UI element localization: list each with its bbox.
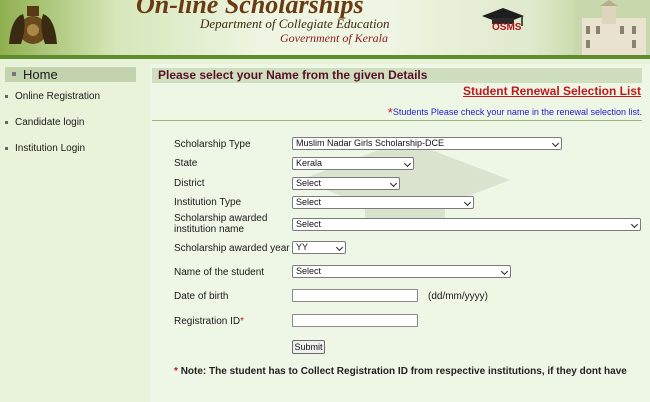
note-mark: * [174, 366, 178, 377]
district-value: Select [296, 178, 322, 188]
chevron-down-icon [500, 267, 509, 276]
submit-button[interactable]: Submit [292, 340, 325, 354]
sidebar: Home Online Registration Candidate login… [0, 64, 140, 402]
sidebar-item-label: Candidate login [15, 117, 85, 128]
district-select[interactable]: Select [292, 177, 400, 190]
bullet-icon [12, 72, 16, 76]
bullet-icon [5, 121, 8, 124]
chevron-down-icon [630, 220, 639, 229]
registration-id-input[interactable] [292, 314, 418, 327]
scholarship-type-value: Muslim Nadar Girls Scholarship-DCE [296, 138, 445, 148]
sidebar-item-institution-login[interactable]: Institution Login [5, 142, 85, 155]
award-year-label: Scholarship awarded year [174, 243, 290, 254]
chevron-down-icon [335, 243, 344, 252]
section-divider [152, 120, 642, 121]
institution-type-select[interactable]: Select [292, 196, 474, 209]
bullet-icon [5, 147, 8, 150]
institution-type-value: Select [296, 197, 322, 207]
institution-name-label: Scholarship awarded institution name [174, 213, 267, 235]
renewal-selection-list-link[interactable]: Student Renewal Selection List [463, 84, 641, 98]
institution-type-label: Institution Type [174, 197, 242, 208]
registration-id-label-text: Registration ID [174, 316, 241, 327]
student-name-value: Select [296, 266, 322, 276]
registration-note: * Note: The student has to Collect Regis… [174, 366, 627, 377]
required-mark: * [240, 316, 245, 327]
kerala-emblem-logo [9, 6, 57, 44]
sidebar-home-label: Home [23, 67, 58, 82]
dob-label: Date of birth [174, 291, 229, 302]
chevron-down-icon [403, 159, 412, 168]
sidebar-item-label: Institution Login [15, 143, 86, 154]
header-divider [0, 55, 650, 59]
scholarship-type-label: Scholarship Type [174, 139, 251, 150]
institution-name-value: Select [296, 219, 322, 229]
required-mark: * [387, 105, 393, 120]
registration-id-label: Registration ID* [174, 316, 244, 327]
student-name-label: Name of the student [174, 267, 265, 278]
sidebar-item-online-registration[interactable]: Online Registration [5, 90, 100, 103]
chevron-down-icon [389, 179, 398, 188]
sidebar-item-candidate-login[interactable]: Candidate login [5, 116, 85, 129]
institution-name-select[interactable]: Select [292, 218, 641, 231]
site-header: On-line Scholarships Department of Colle… [0, 0, 650, 55]
department-name: Department of Collegiate Education [200, 16, 390, 31]
note-text: Note: The student has to Collect Registr… [180, 366, 627, 377]
page-title: Please select your Name from the given D… [152, 68, 642, 83]
state-select[interactable]: Kerala [292, 157, 414, 170]
renewal-notice-text: Students Please check your name in the r… [392, 107, 642, 117]
award-year-select[interactable]: YY [292, 241, 346, 254]
district-label: District [174, 178, 205, 189]
chevron-down-icon [463, 198, 472, 207]
institution-name-label-line2: institution name [174, 224, 245, 235]
state-value: Kerala [296, 158, 323, 168]
sidebar-item-label: Online Registration [15, 91, 101, 102]
student-name-select[interactable]: Select [292, 265, 511, 278]
dob-format-hint: (dd/mm/yyyy) [428, 291, 488, 302]
osms-logo-text: OSMS [492, 22, 522, 33]
institution-name-label-line1: Scholarship awarded [174, 213, 268, 224]
chevron-down-icon [551, 139, 560, 148]
government-name: Government of Kerala [280, 31, 388, 45]
award-year-value: YY [296, 242, 309, 252]
state-label: State [174, 158, 198, 169]
scholarship-type-select[interactable]: Muslim Nadar Girls Scholarship-DCE [292, 137, 562, 150]
college-building-image [574, 0, 650, 55]
dob-input[interactable] [292, 289, 418, 302]
renewal-notice: *Students Please check your name in the … [387, 103, 642, 120]
sidebar-home[interactable]: Home [5, 67, 136, 82]
bullet-icon [5, 95, 8, 98]
